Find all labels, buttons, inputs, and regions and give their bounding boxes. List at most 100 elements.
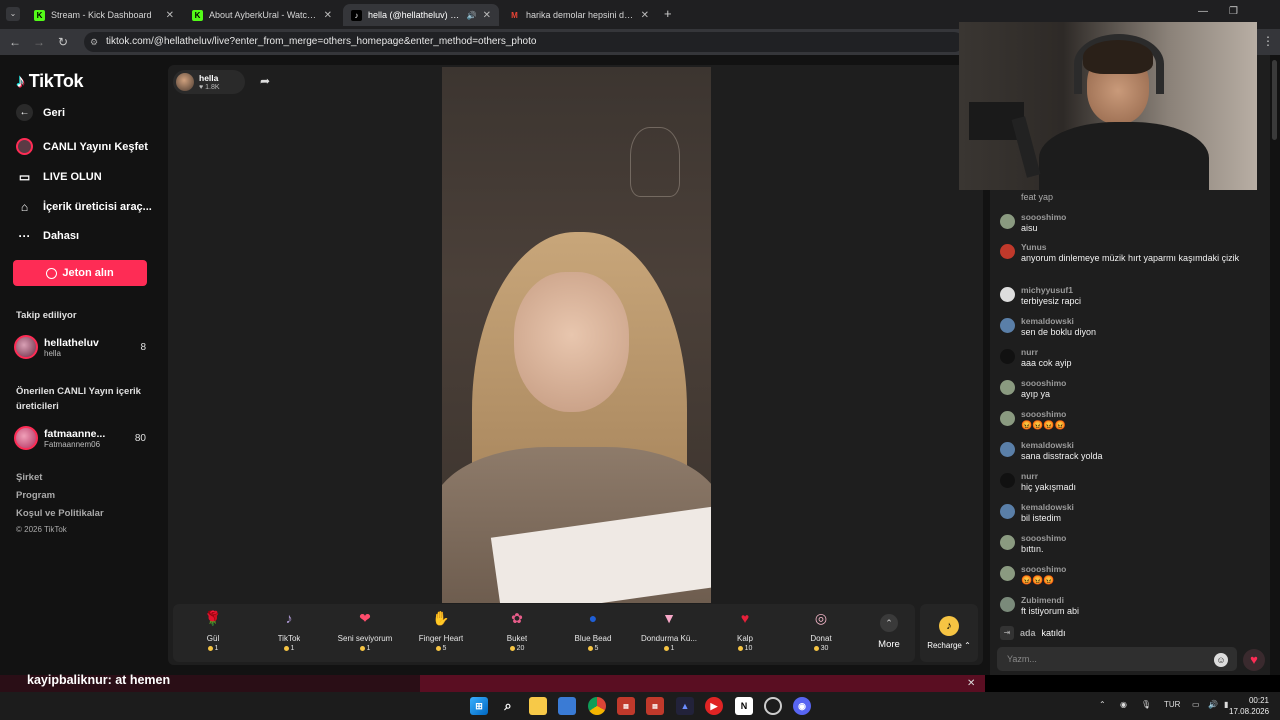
tab-kick-dashboard[interactable]: K Stream - Kick Dashboard ✕ xyxy=(26,4,182,26)
app-icon-red[interactable]: ▤ xyxy=(617,697,635,715)
discord-icon[interactable]: ◉ xyxy=(793,697,811,715)
avatar[interactable] xyxy=(1000,244,1015,259)
host-info[interactable]: hella ♥ 1.8K xyxy=(173,70,245,94)
app-icon-blue[interactable]: ▲ xyxy=(676,697,694,715)
tab-ayberkural[interactable]: K About AyberkUral - Watch Live ✕ xyxy=(184,4,340,26)
chat-username[interactable]: Yunus xyxy=(1021,242,1239,253)
nav-creator-tools[interactable]: ⌂ İçerik üreticisi araç... xyxy=(16,198,152,215)
sidebar: ♪ TikTok ← Geri CANLI Yayını Keşfet ▭ LI… xyxy=(0,55,165,675)
gift-item[interactable]: ● Blue Bead 5 xyxy=(558,607,628,652)
forward-arrow-icon[interactable]: → xyxy=(31,34,47,50)
gift-item[interactable]: 🌹 Gül 1 xyxy=(178,607,248,653)
tab-tiktok-live[interactable]: ♪ hella (@hellatheluv) CANLI 🔊 ✕ xyxy=(343,4,499,26)
tray-chevron-icon[interactable]: ⌃ xyxy=(1099,700,1106,709)
gift-item[interactable]: ◎ Donat 30 xyxy=(786,607,856,653)
chat-username[interactable]: michyyusuf1 xyxy=(1021,285,1081,296)
chat-username[interactable]: soooshimo xyxy=(1021,564,1066,575)
chat-username[interactable]: kemaldowski xyxy=(1021,440,1103,451)
gift-item[interactable]: ♪ TikTok 1 xyxy=(254,607,324,652)
tab-close-icon[interactable]: ✕ xyxy=(483,10,491,21)
chat-message: soooshimo 😡😡😡😡 xyxy=(1000,409,1250,432)
following-account[interactable]: hellatheluv hella 8 xyxy=(14,335,146,359)
chat-username[interactable]: soooshimo xyxy=(1021,409,1066,420)
chat-username[interactable]: nurr xyxy=(1021,471,1076,482)
avatar[interactable] xyxy=(1000,442,1015,457)
overlay-close-icon[interactable]: ✕ xyxy=(967,678,975,689)
avatar[interactable] xyxy=(1000,411,1015,426)
get-coins-button[interactable]: Jeton alın xyxy=(13,260,147,286)
scrollbar[interactable] xyxy=(1272,60,1277,140)
record-icon[interactable]: ▶ xyxy=(705,697,723,715)
back-arrow-icon: ← xyxy=(16,104,33,121)
back-arrow-icon[interactable]: ← xyxy=(7,34,23,50)
obs-icon[interactable] xyxy=(764,697,782,715)
speaker-icon[interactable]: 🔊 xyxy=(467,11,477,20)
url-input[interactable]: ⚙ tiktok.com/@hellatheluv/live?enter_fro… xyxy=(84,32,964,52)
avatar[interactable] xyxy=(1000,535,1015,550)
chat-username[interactable]: kemaldowski xyxy=(1021,316,1096,327)
emoji-icon[interactable]: ☺ xyxy=(1214,653,1228,667)
nav-more[interactable]: ··· Dahası xyxy=(16,227,80,244)
chat-username[interactable]: soooshimo xyxy=(1021,378,1066,389)
tray-battery-icon[interactable]: ▮ xyxy=(1224,700,1228,709)
site-info-icon[interactable]: ⚙ xyxy=(90,32,98,52)
gift-item[interactable]: ♥ Kalp 10 xyxy=(710,607,780,652)
avatar[interactable] xyxy=(1000,318,1015,333)
suggested-account[interactable]: fatmaanne... Fatmaannem06 80 xyxy=(14,426,146,450)
minimize-icon[interactable]: — xyxy=(1198,6,1208,17)
live-video[interactable] xyxy=(442,67,711,603)
photos-icon[interactable] xyxy=(558,697,576,715)
gift-item[interactable]: ✿ Buket 20 xyxy=(482,607,552,653)
footer-company-link[interactable]: Şirket xyxy=(16,472,42,483)
tab-close-icon[interactable]: ✕ xyxy=(324,10,332,21)
gift-item[interactable]: ▼ Dondurma Kü... 1 xyxy=(634,607,704,652)
tray-volume-icon[interactable]: 🔊 xyxy=(1208,700,1218,709)
file-explorer-icon[interactable] xyxy=(529,697,547,715)
chat-text: ft istiyorum abi xyxy=(1021,606,1080,616)
chat-username[interactable]: soooshimo xyxy=(1021,212,1066,223)
avatar[interactable] xyxy=(1000,566,1015,581)
clock[interactable]: 00:21 17.08.2026 xyxy=(1229,695,1269,717)
restore-icon[interactable]: ❐ xyxy=(1229,6,1238,17)
notion-icon[interactable]: N xyxy=(735,697,753,715)
tab-list-chevron-icon[interactable]: ⌄ xyxy=(6,7,20,21)
more-gifts-button[interactable]: ⌃ More xyxy=(871,614,907,650)
footer-program-link[interactable]: Program xyxy=(16,490,55,501)
chat-username[interactable]: kemaldowski xyxy=(1021,502,1074,513)
gift-item[interactable]: ❤ Seni seviyorum 1 xyxy=(330,607,400,653)
chat-input[interactable]: Yazm... xyxy=(997,647,1237,671)
avatar[interactable] xyxy=(1000,597,1015,612)
gift-item[interactable]: ✋ Finger Heart 5 xyxy=(406,607,476,653)
new-tab-plus-icon[interactable]: + xyxy=(664,6,672,21)
share-icon[interactable]: ➦ xyxy=(260,74,270,88)
chat-username[interactable]: soooshimo xyxy=(1021,533,1066,544)
browser-menu-icon[interactable]: ⋮ xyxy=(1262,34,1274,48)
search-icon[interactable]: ⌕ xyxy=(499,697,517,715)
tiktok-logo[interactable]: ♪ TikTok xyxy=(16,71,84,92)
tab-close-icon[interactable]: ✕ xyxy=(641,10,649,21)
like-heart-button[interactable]: ♥ xyxy=(1243,649,1265,671)
reload-icon[interactable]: ↻ xyxy=(55,34,71,50)
avatar[interactable] xyxy=(1000,380,1015,395)
recharge-button[interactable]: ♪ Recharge ⌃ xyxy=(920,604,978,662)
windows-start-icon[interactable]: ⊞ xyxy=(470,697,488,715)
tray-discord-icon[interactable]: ◉ xyxy=(1120,700,1127,709)
nav-go-live[interactable]: ▭ LIVE OLUN xyxy=(16,168,102,185)
tab-gmail[interactable]: M harika demolar hepsini dinle k ✕ xyxy=(501,4,657,26)
app-icon-red-2[interactable]: ▤ xyxy=(646,697,664,715)
nav-explore-live[interactable]: CANLI Yayını Keşfet xyxy=(16,138,148,155)
chrome-icon[interactable] xyxy=(588,697,606,715)
tab-close-icon[interactable]: ✕ xyxy=(166,10,174,21)
avatar[interactable] xyxy=(1000,287,1015,302)
chat-username[interactable]: nurr xyxy=(1021,347,1072,358)
avatar[interactable] xyxy=(1000,349,1015,364)
chat-username[interactable]: Zubimendi xyxy=(1021,595,1079,606)
avatar[interactable] xyxy=(1000,504,1015,519)
avatar[interactable] xyxy=(1000,214,1015,229)
tray-display-icon[interactable]: ▭ xyxy=(1192,700,1200,709)
back-link[interactable]: ← Geri xyxy=(16,104,65,121)
tray-mic-icon[interactable]: 🎙 xyxy=(1141,700,1151,709)
footer-terms-link[interactable]: Koşul ve Politikalar xyxy=(16,508,104,519)
avatar[interactable] xyxy=(1000,473,1015,488)
language-indicator[interactable]: TUR xyxy=(1164,700,1180,709)
